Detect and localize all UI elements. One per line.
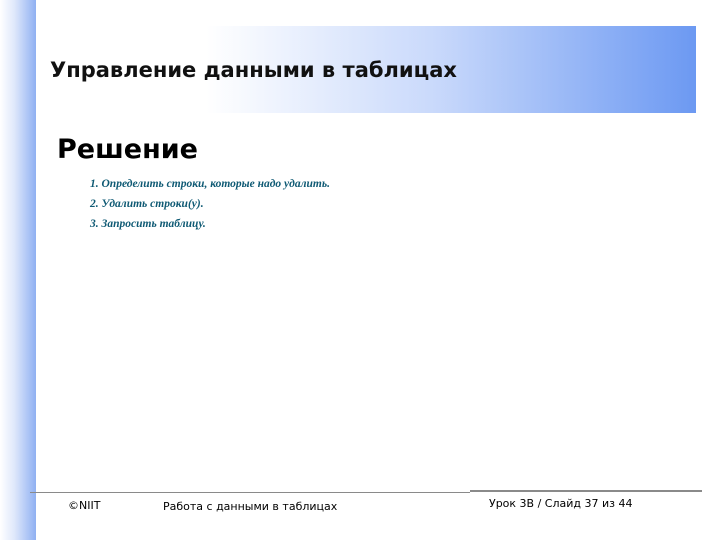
section-heading: Решение xyxy=(57,134,198,165)
left-gradient-bar xyxy=(0,0,36,540)
step-item: 1. Определить строки, которые надо удали… xyxy=(90,178,330,190)
footer-pagination: Урок 3B / Слайд 37 из 44 xyxy=(489,497,633,510)
footer-copyright: ©NIIT xyxy=(68,499,101,512)
footer-divider-left xyxy=(30,492,470,493)
steps-list: 1. Определить строки, которые надо удали… xyxy=(90,177,330,237)
slide-title: Управление данными в таблицах xyxy=(50,58,457,82)
footer-divider-right xyxy=(470,490,702,492)
footer-course-title: Работа с данными в таблицах xyxy=(163,500,338,513)
step-item: 3. Запросить таблицу. xyxy=(90,218,206,230)
step-item: 2. Удалить строки(у). xyxy=(90,198,204,210)
